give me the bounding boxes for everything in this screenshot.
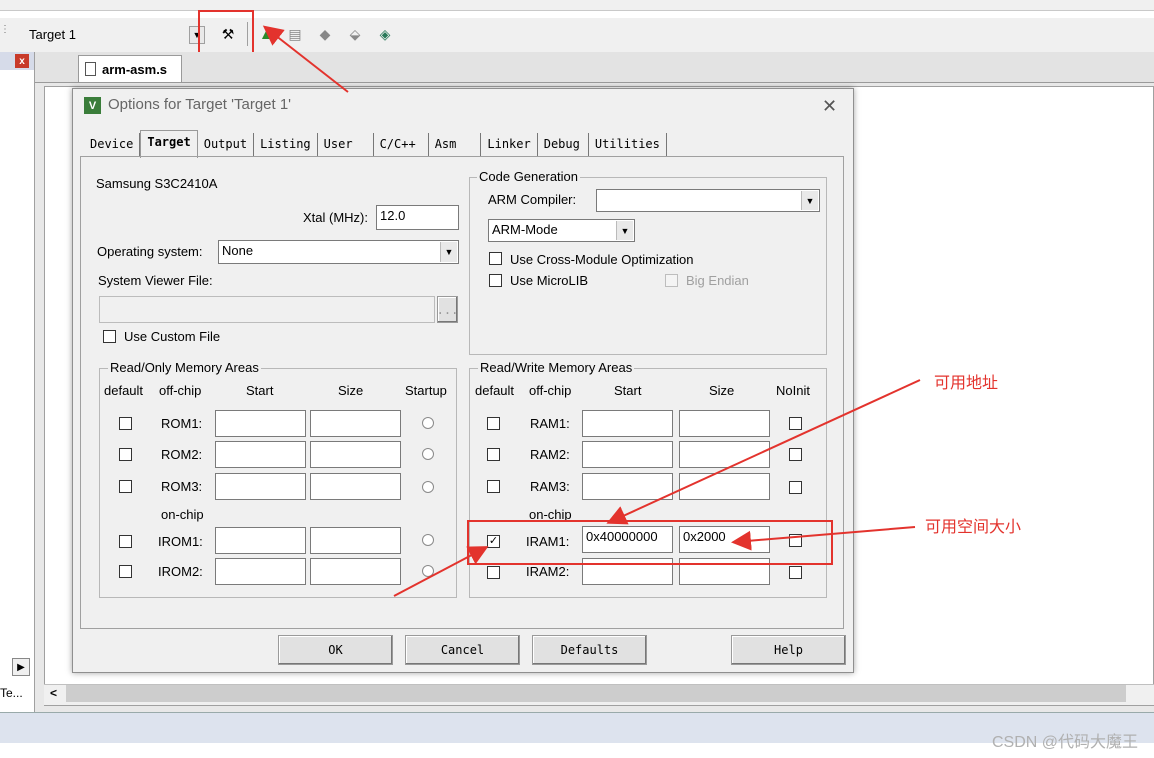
annotation-arrows (262, 25, 921, 597)
arrow-to-start-address (606, 379, 921, 525)
arrow-to-iram1-checkbox (393, 546, 489, 597)
arrow-to-options-icon (262, 25, 349, 93)
arrow-to-size (731, 526, 916, 551)
